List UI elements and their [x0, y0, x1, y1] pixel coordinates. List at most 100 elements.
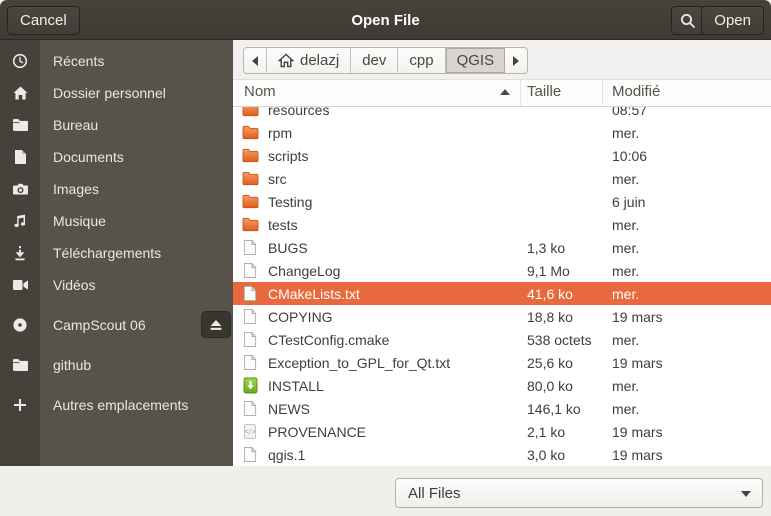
folder-icon [0, 118, 40, 132]
file-row[interactable]: COPYING 18,8 ko 19 mars [233, 305, 771, 328]
sidebar-item-vid-os[interactable]: Vidéos [0, 269, 233, 301]
plus-icon [0, 398, 40, 412]
file-size: 18,8 ko [527, 309, 573, 325]
breadcrumb-segment-cpp[interactable]: cpp [398, 48, 445, 73]
file-list: resources 08:57 rpm mer. scripts 10:06 s… [233, 107, 771, 466]
column-separator [602, 80, 603, 106]
file-name: tests [268, 217, 298, 233]
clock-icon [0, 53, 40, 69]
bottom-bar: All Files [0, 466, 771, 516]
file-size: 538 octets [527, 332, 592, 348]
file-modified: 19 mars [612, 447, 663, 463]
open-button[interactable]: Open [701, 6, 764, 35]
file-size: 25,6 ko [527, 355, 573, 371]
sidebar-item-label: Images [53, 181, 99, 197]
file-name: Testing [268, 194, 312, 210]
file-filter-combobox[interactable]: All Files [395, 478, 763, 508]
file-row[interactable]: tests mer. [233, 213, 771, 236]
file-size: 9,1 Mo [527, 263, 570, 279]
download-icon [0, 245, 40, 261]
sidebar-item-t-l-chargements[interactable]: Téléchargements [0, 237, 233, 269]
file-row[interactable]: INSTALL 80,0 ko mer. [233, 374, 771, 397]
file-name: CTestConfig.cmake [268, 332, 389, 348]
breadcrumb-segment-delazj[interactable]: delazj [267, 48, 351, 73]
file-row[interactable]: qgis.1 3,0 ko 19 mars [233, 443, 771, 466]
sidebar-item-documents[interactable]: Documents [0, 141, 233, 173]
column-header-name[interactable]: Nom [244, 83, 276, 100]
folder-icon [241, 171, 259, 186]
document-icon [0, 149, 40, 165]
sidebar-item-bureau[interactable]: Bureau [0, 109, 233, 141]
file-icon [241, 262, 259, 279]
file-icon [241, 446, 259, 463]
column-header-size[interactable]: Taille [527, 83, 561, 100]
dialog-title: Open File [0, 0, 771, 40]
sidebar-item-musique[interactable]: Musique [0, 205, 233, 237]
file-modified: mer. [612, 401, 639, 417]
breadcrumb-segment-dev[interactable]: dev [351, 48, 398, 73]
sidebar-item-dossier-personnel[interactable]: Dossier personnel [0, 77, 233, 109]
chevron-left-icon [251, 56, 259, 66]
home-icon [278, 53, 294, 68]
file-icon [241, 285, 259, 302]
file-row[interactable]: Testing 6 juin [233, 190, 771, 213]
file-modified: mer. [612, 240, 639, 256]
sidebar-item-github[interactable]: github [0, 349, 233, 381]
file-modified: mer. [612, 171, 639, 187]
file-row[interactable]: NEWS 146,1 ko mer. [233, 397, 771, 420]
search-button[interactable] [671, 6, 705, 35]
sidebar-item-label: Musique [53, 213, 106, 229]
file-name: INSTALL [268, 378, 324, 394]
file-modified: mer. [612, 217, 639, 233]
file-row[interactable]: scripts 10:06 [233, 144, 771, 167]
folder-icon [241, 125, 259, 140]
places-sidebar: Récents Dossier personnel Bureau Documen… [0, 40, 233, 466]
file-row[interactable]: rpm mer. [233, 121, 771, 144]
sidebar-item-r-cents[interactable]: Récents [0, 45, 233, 77]
column-header-modified[interactable]: Modifié [612, 83, 660, 100]
folder-icon [241, 148, 259, 163]
sidebar-item-label: Dossier personnel [53, 85, 166, 101]
pathbar: delazjdevcpp QGIS [233, 40, 771, 80]
headerbar: Cancel Open File Open [0, 0, 771, 40]
file-icon [241, 239, 259, 256]
file-row[interactable]: ChangeLog 9,1 Mo mer. [233, 259, 771, 282]
sidebar-item-autres-emplacements[interactable]: Autres emplacements [0, 389, 233, 421]
file-name: scripts [268, 148, 308, 164]
file-name: NEWS [268, 401, 310, 417]
sidebar-item-label: CampScout 06 [53, 317, 146, 333]
camera-icon [0, 182, 40, 196]
breadcrumb: delazjdevcpp QGIS [243, 47, 528, 74]
file-row[interactable]: CTestConfig.cmake 538 octets mer. [233, 328, 771, 351]
file-icon [241, 400, 259, 417]
file-size: 3,0 ko [527, 447, 565, 463]
home-icon [0, 85, 40, 101]
magnifier-icon [680, 13, 696, 29]
breadcrumb-segment-qgis[interactable]: QGIS [446, 48, 506, 73]
file-row[interactable]: </> PROVENANCE 2,1 ko 19 mars [233, 420, 771, 443]
sidebar-item-label: Récents [53, 53, 104, 69]
breadcrumb-forward-button[interactable] [505, 48, 527, 73]
eject-icon [209, 319, 223, 331]
folder-icon [0, 358, 40, 372]
file-modified: mer. [612, 286, 639, 302]
file-name: COPYING [268, 309, 333, 325]
cancel-button[interactable]: Cancel [7, 6, 80, 35]
eject-button[interactable] [201, 311, 231, 338]
breadcrumb-back-button[interactable] [244, 48, 267, 73]
file-row[interactable]: BUGS 1,3 ko mer. [233, 236, 771, 259]
sidebar-item-label: Téléchargements [53, 245, 161, 261]
open-file-dialog: Cancel Open File Open Récents Dossier pe… [0, 0, 771, 516]
file-icon [241, 308, 259, 325]
sidebar-item-images[interactable]: Images [0, 173, 233, 205]
file-row[interactable]: resources 08:57 [233, 107, 771, 121]
folder-icon [241, 217, 259, 232]
sidebar-item-campscout-06[interactable]: CampScout 06 [0, 309, 233, 341]
file-size: 41,6 ko [527, 286, 573, 302]
file-row-selected[interactable]: CMakeLists.txt 41,6 ko mer. [233, 282, 771, 305]
file-modified: 6 juin [612, 194, 645, 210]
breadcrumb-label: cpp [409, 52, 433, 69]
file-row[interactable]: Exception_to_GPL_for_Qt.txt 25,6 ko 19 m… [233, 351, 771, 374]
file-row[interactable]: src mer. [233, 167, 771, 190]
file-name: rpm [268, 125, 292, 141]
